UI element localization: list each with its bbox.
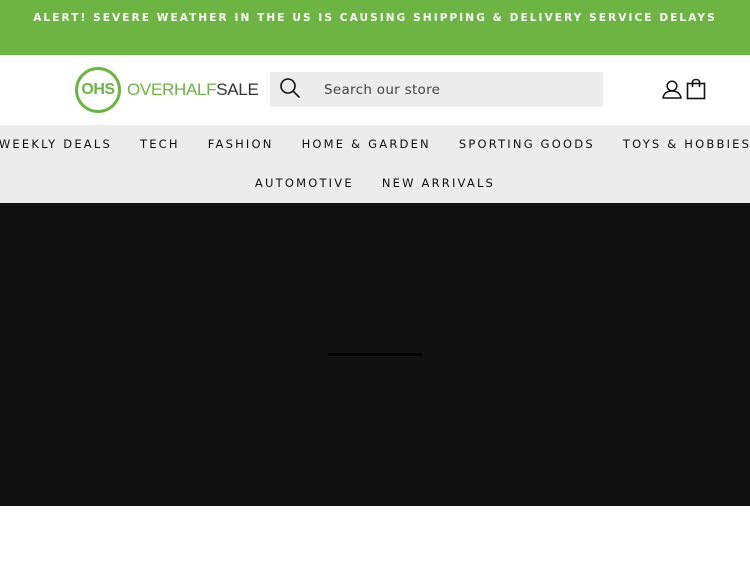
hero-banner: [0, 203, 750, 506]
nav-item-sporting-goods[interactable]: SPORTING GOODS: [445, 137, 609, 151]
account-icon[interactable]: [660, 77, 684, 101]
nav-row-2: AUTOMOTIVE NEW ARRIVALS: [0, 176, 750, 190]
search-icon[interactable]: [270, 76, 302, 104]
logo-initials: OHS: [81, 81, 115, 98]
logo-wordmark: OVERHALFSALE: [127, 80, 259, 100]
nav-item-fashion[interactable]: FASHION: [194, 137, 288, 151]
search-bar: [270, 72, 603, 107]
site-header: OHS OVERHALFSALE: [0, 55, 750, 125]
announcement-text: ALERT! SEVERE WEATHER IN THE US IS CAUSI…: [33, 12, 717, 24]
hero-loading-bar: [328, 353, 422, 356]
logo-badge: OHS: [75, 67, 121, 113]
cart-icon[interactable]: [684, 77, 708, 101]
search-input[interactable]: [324, 81, 574, 98]
announcement-bar: ALERT! SEVERE WEATHER IN THE US IS CAUSI…: [0, 0, 750, 55]
main-nav: WEEKLY DEALS TECH FASHION HOME & GARDEN …: [0, 125, 750, 203]
logo-word-part2: SALE: [216, 80, 259, 99]
site-logo[interactable]: OHS OVERHALFSALE: [75, 67, 259, 113]
nav-item-new-arrivals[interactable]: NEW ARRIVALS: [368, 176, 509, 190]
nav-item-home-garden[interactable]: HOME & GARDEN: [288, 137, 445, 151]
nav-item-toys-hobbies[interactable]: TOYS & HOBBIES: [609, 137, 750, 151]
header-icons: [660, 77, 708, 101]
logo-word-part1: OVERHALF: [127, 80, 217, 99]
nav-row-1: WEEKLY DEALS TECH FASHION HOME & GARDEN …: [0, 137, 750, 151]
nav-item-weekly-deals[interactable]: WEEKLY DEALS: [0, 137, 126, 151]
nav-item-tech[interactable]: TECH: [126, 137, 194, 151]
nav-item-automotive[interactable]: AUTOMOTIVE: [241, 176, 368, 190]
